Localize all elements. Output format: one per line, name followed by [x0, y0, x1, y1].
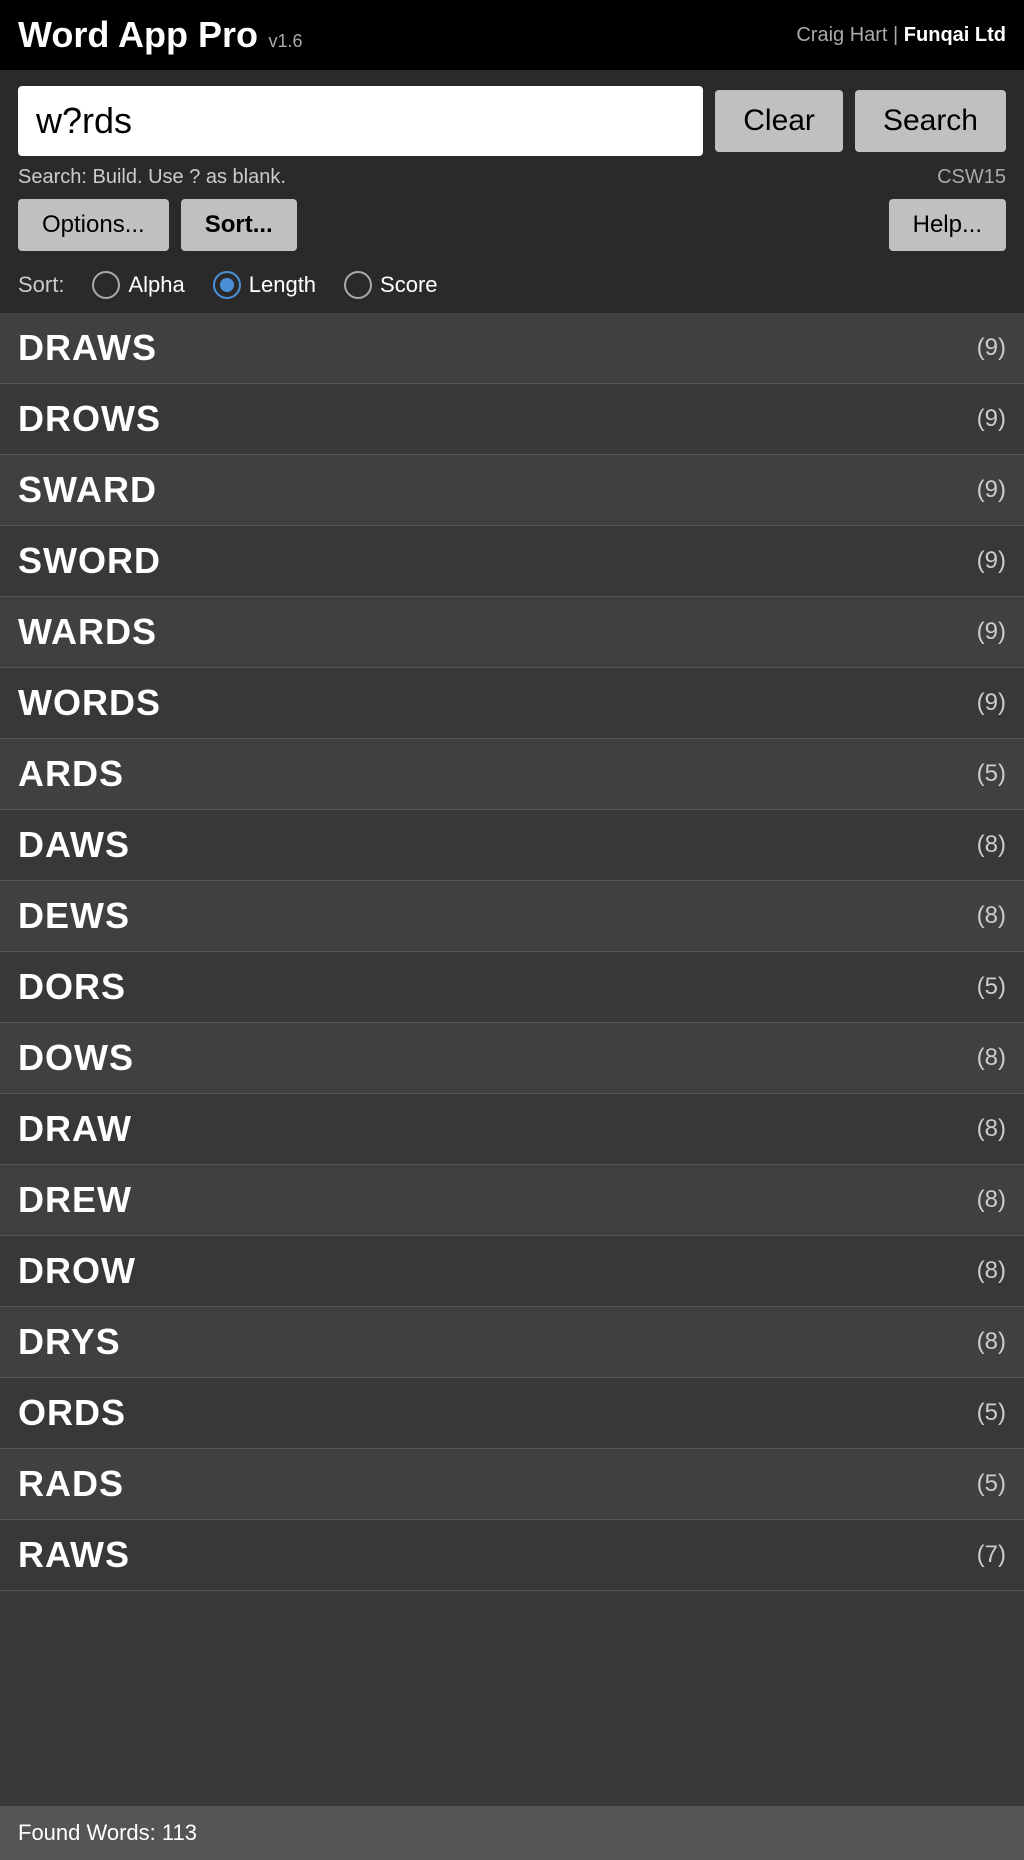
word-text: SWARD — [18, 469, 157, 511]
word-text: DREW — [18, 1179, 132, 1221]
word-score: (8) — [977, 902, 1006, 930]
sort-length[interactable]: Length — [213, 271, 316, 299]
search-button[interactable]: Search — [855, 90, 1006, 152]
sort-row: Sort: Alpha Length Score — [0, 261, 1024, 313]
sort-alpha[interactable]: Alpha — [92, 271, 184, 299]
word-text: RAWS — [18, 1534, 130, 1576]
sort-length-dot — [220, 278, 234, 292]
search-input[interactable] — [18, 86, 703, 156]
word-row[interactable]: ORDS (5) — [0, 1378, 1024, 1449]
word-row[interactable]: DOWS (8) — [0, 1023, 1024, 1094]
word-score: (8) — [977, 1115, 1006, 1143]
sort-score[interactable]: Score — [344, 271, 437, 299]
app-title: Word App Pro v1.6 — [18, 14, 302, 56]
word-score: (5) — [977, 1470, 1006, 1498]
title-text: Word App Pro — [18, 14, 258, 55]
word-score: (9) — [977, 547, 1006, 575]
word-row[interactable]: DAWS (8) — [0, 810, 1024, 881]
sort-alpha-label: Alpha — [128, 272, 184, 298]
word-text: DORS — [18, 966, 126, 1008]
author-info: Craig Hart | Funqai Ltd — [796, 24, 1006, 47]
word-text: ARDS — [18, 753, 124, 795]
word-score: (9) — [977, 618, 1006, 646]
word-score: (7) — [977, 1541, 1006, 1569]
search-area: Clear Search Search: Build. Use ? as bla… — [0, 70, 1024, 261]
word-text: DROWS — [18, 398, 161, 440]
word-score: (9) — [977, 476, 1006, 504]
word-score: (8) — [977, 1044, 1006, 1072]
options-button[interactable]: Options... — [18, 199, 169, 251]
word-row[interactable]: SWARD (9) — [0, 455, 1024, 526]
word-text: DOWS — [18, 1037, 134, 1079]
word-row[interactable]: DEWS (8) — [0, 881, 1024, 952]
word-text: DRAWS — [18, 327, 157, 369]
word-score: (5) — [977, 973, 1006, 1001]
word-score: (9) — [977, 689, 1006, 717]
word-row[interactable]: DROW (8) — [0, 1236, 1024, 1307]
word-score: (8) — [977, 1186, 1006, 1214]
hint-text: Search: Build. Use ? as blank. — [18, 166, 286, 189]
footer: Found Words: 113 — [0, 1806, 1024, 1860]
word-score: (8) — [977, 1328, 1006, 1356]
word-score: (8) — [977, 1257, 1006, 1285]
word-score: (9) — [977, 334, 1006, 362]
word-row[interactable]: DRYS (8) — [0, 1307, 1024, 1378]
word-text: DRYS — [18, 1321, 121, 1363]
app-header: Word App Pro v1.6 Craig Hart | Funqai Lt… — [0, 0, 1024, 70]
sort-length-label: Length — [249, 272, 316, 298]
word-row[interactable]: RADS (5) — [0, 1449, 1024, 1520]
found-words-text: Found Words: 113 — [18, 1820, 197, 1845]
word-list: DRAWS (9) DROWS (9) SWARD (9) SWORD (9) … — [0, 313, 1024, 1806]
sort-alpha-radio[interactable] — [92, 271, 120, 299]
clear-button[interactable]: Clear — [715, 90, 843, 152]
word-row[interactable]: SWORD (9) — [0, 526, 1024, 597]
word-row[interactable]: DRAW (8) — [0, 1094, 1024, 1165]
word-row[interactable]: DROWS (9) — [0, 384, 1024, 455]
word-text: DAWS — [18, 824, 130, 866]
author-company: Funqai Ltd — [904, 24, 1006, 46]
word-score: (8) — [977, 831, 1006, 859]
word-text: RADS — [18, 1463, 124, 1505]
sort-button[interactable]: Sort... — [181, 199, 297, 251]
word-score: (5) — [977, 1399, 1006, 1427]
word-row[interactable]: WARDS (9) — [0, 597, 1024, 668]
author-prefix: Craig Hart | — [796, 24, 903, 46]
sort-length-radio[interactable] — [213, 271, 241, 299]
sort-score-label: Score — [380, 272, 437, 298]
word-row[interactable]: RAWS (7) — [0, 1520, 1024, 1591]
sort-score-radio[interactable] — [344, 271, 372, 299]
word-text: ORDS — [18, 1392, 126, 1434]
word-row[interactable]: DORS (5) — [0, 952, 1024, 1023]
word-text: SWORD — [18, 540, 161, 582]
word-row[interactable]: DRAWS (9) — [0, 313, 1024, 384]
word-score: (5) — [977, 760, 1006, 788]
word-row[interactable]: DREW (8) — [0, 1165, 1024, 1236]
word-row[interactable]: ARDS (5) — [0, 739, 1024, 810]
word-text: DEWS — [18, 895, 130, 937]
help-button[interactable]: Help... — [889, 199, 1006, 251]
word-text: WARDS — [18, 611, 157, 653]
sort-label: Sort: — [18, 272, 64, 298]
version-text: v1.6 — [268, 31, 302, 51]
dictionary-label: CSW15 — [937, 166, 1006, 189]
word-text: DROW — [18, 1250, 136, 1292]
word-text: DRAW — [18, 1108, 132, 1150]
word-row[interactable]: WORDS (9) — [0, 668, 1024, 739]
word-score: (9) — [977, 405, 1006, 433]
word-text: WORDS — [18, 682, 161, 724]
